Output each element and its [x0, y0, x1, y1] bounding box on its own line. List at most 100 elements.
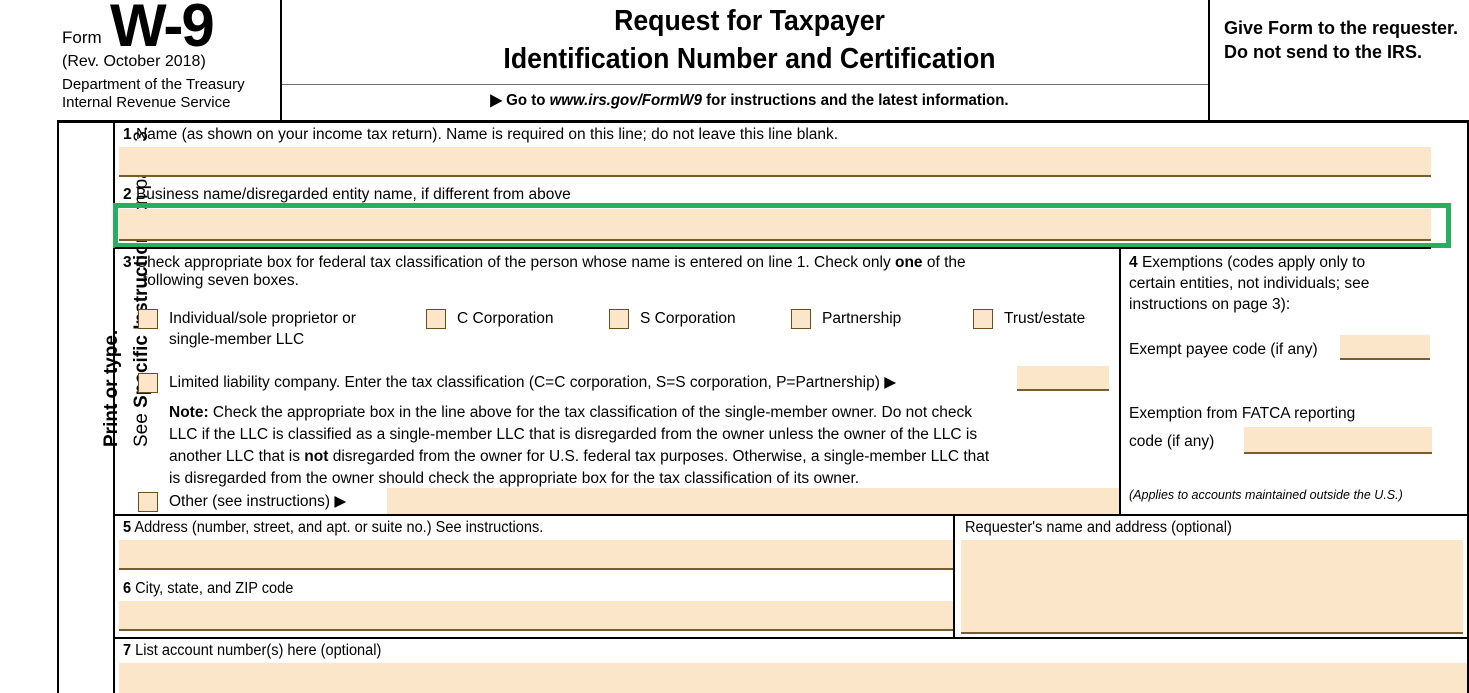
line-3-label-line2: following seven boxes.: [143, 272, 299, 289]
line-1-label-text: Name (as shown on your income tax return…: [135, 126, 839, 143]
line-6-label: 6 City, state, and ZIP code: [123, 579, 293, 599]
line-5-input[interactable]: [119, 540, 953, 570]
requester-label: Requester's name and address (optional): [965, 519, 1232, 536]
line-4-label-line-2: certain entities, not individuals; see: [1129, 274, 1370, 292]
line-7-input[interactable]: [119, 663, 1469, 693]
line-2-number: 2: [123, 186, 132, 203]
checkbox-llc[interactable]: [138, 373, 158, 393]
checkbox-trust-estate-label: Trust/estate: [1004, 310, 1086, 327]
line-1-label: 1 Name (as shown on your income tax retu…: [123, 125, 838, 145]
line-5-label-text: Address (number, street, and apt. or sui…: [134, 519, 544, 536]
checkbox-partnership-label: Partnership: [822, 310, 902, 327]
line-7-row: 7 List account number(s) here (optional): [115, 639, 1469, 693]
goto-instructions: ▶ Go to www.irs.gov/FormW9 for instructi…: [319, 90, 1179, 110]
give-form-notice: Give Form to the requester. Do not send …: [1224, 18, 1459, 63]
line-3-label-part2: of the: [922, 254, 966, 271]
line-7-label-text: List account number(s) here (optional): [135, 642, 382, 659]
line-1-row: 1 Name (as shown on your income tax retu…: [115, 123, 1431, 183]
exempt-payee-code-input[interactable]: [1340, 335, 1430, 360]
right-triangle-icon: ▶: [490, 92, 502, 109]
line-5-row: 5 Address (number, street, and apt. or s…: [115, 516, 953, 576]
line-6-row: 6 City, state, and ZIP code: [115, 577, 953, 637]
llc-note-line-2: LLC if the LLC is classified as a single…: [169, 426, 978, 443]
header-divider-right: [1208, 0, 1210, 122]
line-5-number: 5: [123, 519, 132, 536]
checkbox-individual-box[interactable]: [138, 309, 158, 329]
w9-form-page: Form W-9 (Rev. October 2018) Department …: [0, 0, 1469, 693]
form-title-line-1: Request for Taxpayer: [614, 5, 885, 37]
checkbox-individual-label-line1: Individual/sole proprietor or: [169, 310, 356, 327]
form-number: W-9: [110, 0, 215, 59]
line-2-label-text: Business name/disregarded entity name, i…: [135, 186, 571, 203]
checkbox-s-corporation-label: S Corporation: [640, 310, 736, 327]
line-4-number: 4: [1129, 254, 1138, 271]
checkbox-s-corporation[interactable]: [609, 309, 629, 329]
print-or-type-band: Print or type. See Specific Instructions…: [57, 123, 152, 693]
checkbox-partnership[interactable]: [791, 309, 811, 329]
form-title: Request for Taxpayer Identification Numb…: [329, 2, 1171, 79]
llc-note-line-3: another LLC that is not disregarded from…: [169, 446, 1119, 468]
line-7-label: 7 List account number(s) here (optional): [123, 641, 381, 661]
treasury-line: Department of the Treasury: [62, 76, 245, 93]
llc-note-line-4: is disregarded from the owner should che…: [169, 470, 860, 487]
requester-input[interactable]: [961, 540, 1463, 634]
llc-note-line-1-text: Check the appropriate box in the line ab…: [208, 404, 972, 421]
line-2-label: 2 Business name/disregarded entity name,…: [123, 185, 571, 205]
form-title-line-2: Identification Number and Certification: [503, 43, 996, 76]
checkbox-individual-label-line2: single-member LLC: [169, 330, 305, 348]
llc-classification-input[interactable]: [1017, 366, 1109, 391]
llc-note-line-1: Note: Check the appropriate box in the l…: [169, 402, 1119, 424]
llc-note-line-3-a: another LLC that is: [169, 448, 305, 465]
checkbox-c-corporation[interactable]: [426, 309, 446, 329]
form-header: Form W-9 (Rev. October 2018) Department …: [0, 0, 1469, 122]
header-divider-left: [280, 0, 282, 122]
fatca-label-line-2: code (if any): [1129, 433, 1215, 450]
checkbox-llc-box[interactable]: [138, 373, 158, 393]
llc-note-bold: Note:: [169, 404, 209, 421]
line-3-label-bold: one: [895, 254, 923, 271]
goto-prefix: Go to: [506, 92, 550, 109]
checkbox-c-corporation-box[interactable]: [426, 309, 446, 329]
department-label: Department of the Treasury Internal Reve…: [62, 76, 245, 113]
fatca-label-line-1: Exemption from FATCA reporting: [1129, 405, 1356, 422]
irs-line: Internal Revenue Service: [62, 94, 231, 112]
band-left-border: [57, 123, 59, 693]
checkbox-individual[interactable]: [138, 309, 158, 329]
checkbox-other[interactable]: [138, 492, 158, 512]
header-title-underline: [282, 84, 1208, 85]
fatca-applies-note: (Applies to accounts maintained outside …: [1129, 488, 1403, 502]
line-4-label-line-1: 4 Exemptions (codes apply only to: [1129, 253, 1467, 274]
other-classification-input[interactable]: [387, 488, 1119, 516]
checkbox-partnership-box[interactable]: [791, 309, 811, 329]
line-1-input[interactable]: [119, 147, 1431, 177]
llc-note-line-3-b: disregarded from the owner for U.S. fede…: [328, 448, 990, 465]
checkbox-c-corporation-label: C Corporation: [457, 310, 554, 327]
form-word-label: Form: [62, 28, 102, 47]
line-4-section: 4 Exemptions (codes apply only to certai…: [1121, 249, 1469, 515]
line-6-label-text: City, state, and ZIP code: [135, 580, 294, 597]
checkbox-trust-estate-box[interactable]: [973, 309, 993, 329]
line-3-number: 3: [123, 254, 132, 271]
line-1-number: 1: [123, 126, 132, 143]
irs-url[interactable]: www.irs.gov/FormW9: [550, 92, 702, 109]
fatca-code-input[interactable]: [1244, 427, 1432, 454]
exempt-payee-code-label: Exempt payee code (if any): [1129, 341, 1318, 358]
line-2-row: 2 Business name/disregarded entity name,…: [115, 183, 1431, 246]
checkbox-other-label: Other (see instructions) ▶: [169, 493, 347, 510]
llc-note: Note: Check the appropriate box in the l…: [169, 402, 1119, 490]
llc-note-line-3-bold: not: [304, 448, 329, 465]
line-6-input[interactable]: [119, 601, 953, 631]
checkbox-llc-label: Limited liability company. Enter the tax…: [169, 374, 897, 391]
line-6-number: 6: [123, 580, 132, 597]
line-4-label-text-1: Exemptions (codes apply only to: [1141, 254, 1366, 271]
checkbox-s-corporation-box[interactable]: [609, 309, 629, 329]
line-4-label-line-3: instructions on page 3):: [1129, 295, 1291, 313]
line-4-label: 4 Exemptions (codes apply only to certai…: [1129, 253, 1467, 316]
line-5-label: 5 Address (number, street, and apt. or s…: [123, 518, 543, 538]
line-2-input[interactable]: [119, 209, 1431, 241]
line-3-section: 3 Check appropriate box for federal tax …: [115, 249, 1119, 516]
checkbox-individual-label: Individual/sole proprietor or single-mem…: [169, 309, 356, 351]
checkbox-trust-estate[interactable]: [973, 309, 993, 329]
checkbox-other-box[interactable]: [138, 492, 158, 512]
line-7-number: 7: [123, 642, 132, 659]
